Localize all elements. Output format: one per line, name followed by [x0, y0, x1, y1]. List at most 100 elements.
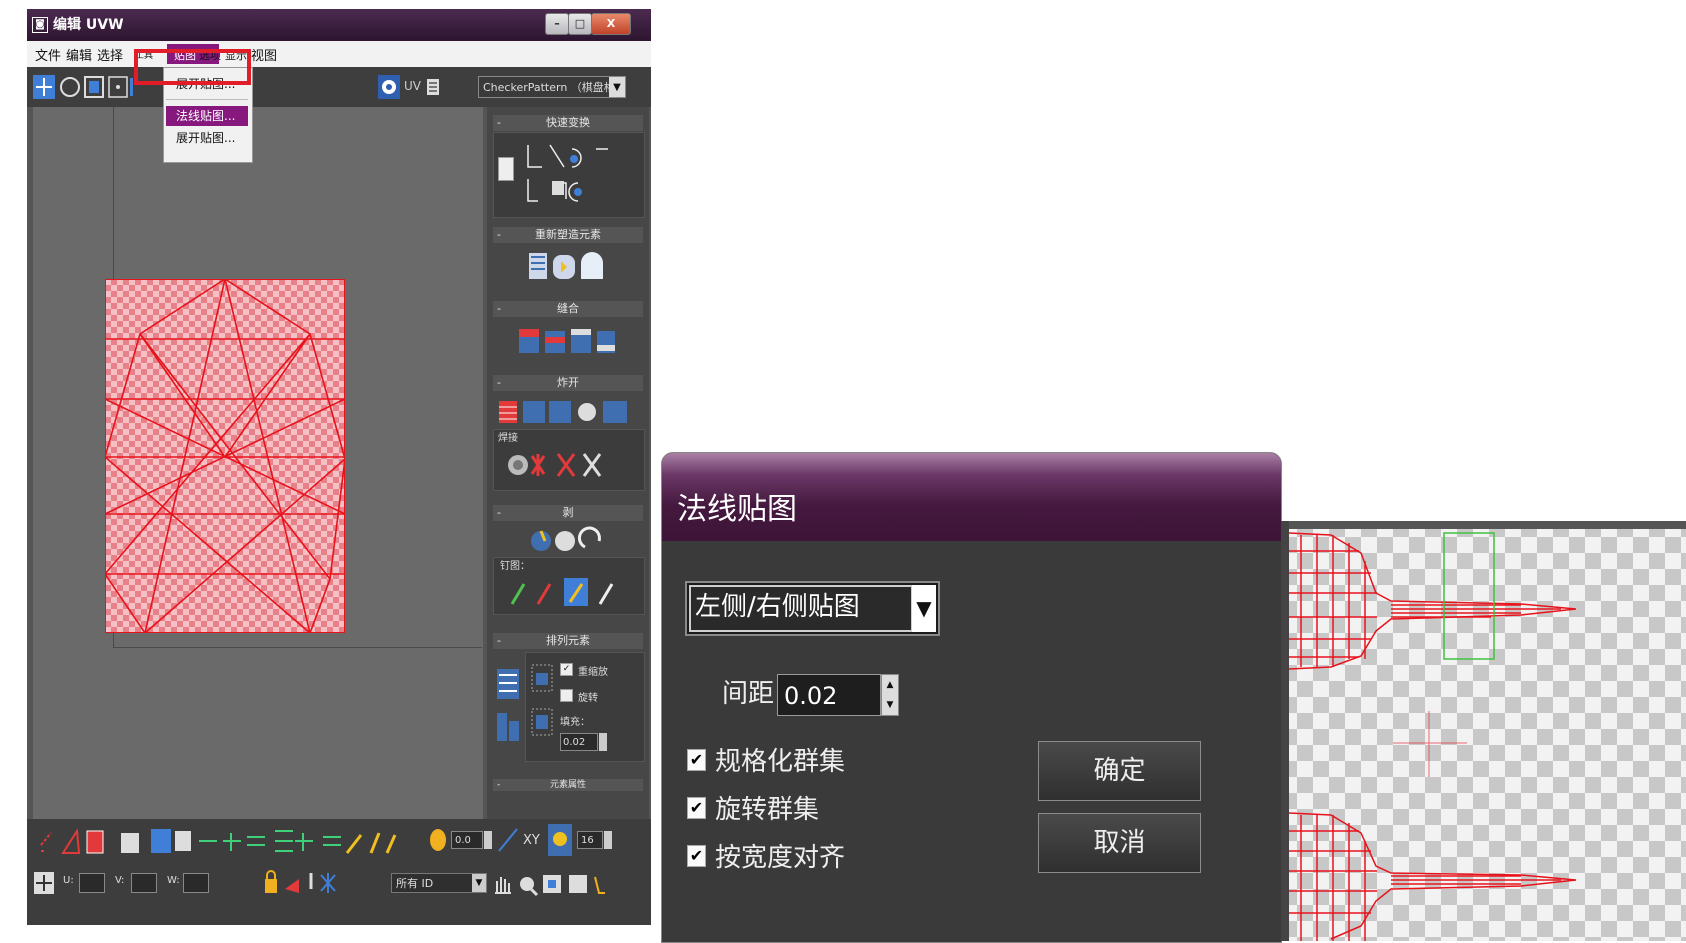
- quick-transform-tools: [493, 132, 645, 218]
- arrange-icons[interactable]: [495, 667, 523, 747]
- title-bar[interactable]: ◙ 编辑 UVW – □ X: [27, 9, 651, 41]
- menu-divider: [166, 99, 248, 100]
- texture-list-icon[interactable]: [426, 74, 440, 100]
- section-reshape[interactable]: - 重新塑造元素: [493, 227, 643, 243]
- pin-group: 钉图：: [493, 557, 645, 615]
- section-explode[interactable]: - 炸开: [493, 375, 643, 391]
- section-stitch[interactable]: - 缝合: [493, 301, 643, 317]
- w-input[interactable]: [183, 873, 209, 893]
- pick-texture-icon[interactable]: [377, 74, 401, 100]
- spinner-up-icon[interactable]: ▲: [882, 675, 898, 695]
- rotate-clusters-checkbox[interactable]: ✔: [687, 797, 706, 819]
- selection-tools-icons[interactable]: [37, 825, 407, 859]
- weld-group: 焊接: [493, 429, 645, 491]
- ok-button[interactable]: 确定: [1038, 741, 1201, 801]
- fill-spinner[interactable]: [599, 733, 607, 751]
- mapping-type-select[interactable]: 左侧/右侧贴图 ▼: [685, 581, 940, 636]
- close-button[interactable]: X: [591, 13, 631, 35]
- section-quick-transform[interactable]: - 快速变换: [493, 115, 643, 131]
- uv-islands[interactable]: [1281, 521, 1686, 941]
- fill-input[interactable]: 0.02: [560, 733, 598, 751]
- rotate-label: 旋转: [578, 693, 598, 704]
- weld-icons[interactable]: [506, 448, 606, 482]
- align-tools-icon[interactable]: [522, 139, 610, 209]
- rotate-clusters-label: 旋转群集: [715, 795, 820, 825]
- section-peel[interactable]: -剥: [493, 505, 643, 521]
- menu-bar: 文件 编辑 选择 工具 贴图 选项 显示 视图: [27, 41, 651, 67]
- align-by-width-checkbox[interactable]: ✔: [687, 845, 706, 867]
- v-input[interactable]: [131, 873, 157, 893]
- arrange-options: ✓ 重缩放 旋转 填充： 0.02: [525, 652, 645, 762]
- fill-label: 填充：: [560, 717, 590, 728]
- selection-box: [1443, 532, 1495, 660]
- stitch-icons[interactable]: [517, 323, 617, 359]
- spacing-label: 间距:: [722, 679, 783, 709]
- chevron-down-icon: ▼: [609, 77, 625, 97]
- v-label: V:: [115, 875, 125, 886]
- spinner-down-icon[interactable]: ▼: [882, 695, 898, 715]
- line-tool-icon[interactable]: [497, 827, 519, 853]
- main-toolbar: UV CheckerPattern （棋盘格 ▼: [27, 67, 651, 107]
- menu-item-flatten-mapping[interactable]: 展开贴图...: [166, 128, 248, 148]
- maximize-button[interactable]: □: [568, 13, 592, 35]
- app-icon: ◙: [32, 17, 48, 33]
- dialog-title-bar[interactable]: 法线贴图: [662, 453, 1281, 541]
- rescale-checkbox[interactable]: ✓: [560, 663, 573, 676]
- menu-item-normal-mapping[interactable]: 法线贴图...: [166, 106, 248, 126]
- dialog-title: 法线贴图: [677, 492, 797, 527]
- u-label: U:: [63, 875, 74, 886]
- dialog-body: 左侧/右侧贴图 ▼ 间距: 0.02 ▲ ▼ ✔ 规格化群集 ✔ 旋转群集 ✔ …: [662, 541, 1281, 942]
- highlight-annotation-box: [134, 49, 251, 85]
- value-a-spinner[interactable]: [484, 831, 492, 849]
- absolute-mode-icon[interactable]: [33, 871, 55, 895]
- rotate-tool-icon[interactable]: [58, 74, 82, 100]
- scale-tool-icon[interactable]: [82, 74, 106, 100]
- lock-tools-icons[interactable]: [263, 869, 387, 897]
- spacing-input[interactable]: 0.02: [777, 674, 881, 716]
- view-tools-icons[interactable]: [491, 869, 641, 899]
- texture-select[interactable]: CheckerPattern （棋盘格 ▼: [478, 76, 626, 98]
- bottom-toolbar: 0.0 XY 16 U: V: W: 所有 ID ▼: [27, 819, 651, 925]
- w-label: W:: [167, 875, 180, 886]
- normal-mapping-dialog: 法线贴图 左侧/右侧贴图 ▼ 间距: 0.02 ▲ ▼ ✔ 规格化群集 ✔ 旋转…: [661, 452, 1282, 943]
- xy-label[interactable]: XY: [523, 833, 540, 848]
- explode-icons[interactable]: [497, 397, 637, 427]
- weld-label: 焊接: [498, 433, 518, 444]
- section-element-properties[interactable]: - 元素属性: [493, 779, 643, 791]
- brightness-icon[interactable]: [430, 829, 446, 851]
- align-by-width-label: 按宽度对齐: [715, 843, 846, 873]
- uv-mesh[interactable]: [105, 279, 345, 633]
- rescale-label: 重缩放: [578, 667, 608, 678]
- material-id-value: 所有 ID: [396, 877, 434, 890]
- material-id-select[interactable]: 所有 ID ▼: [391, 873, 487, 893]
- cancel-button[interactable]: 取消: [1038, 813, 1201, 873]
- rotate-checkbox[interactable]: [560, 689, 573, 702]
- menu-file[interactable]: 文件: [35, 45, 61, 64]
- mapping-type-value: 左侧/右侧贴图: [689, 585, 913, 632]
- arrange-mode-icons[interactable]: [530, 663, 554, 743]
- uv-viewport[interactable]: [33, 107, 483, 819]
- uv-preview-viewport[interactable]: [1281, 521, 1686, 941]
- pivot-icon[interactable]: [498, 157, 514, 181]
- value-b-input[interactable]: 16: [577, 831, 603, 849]
- uvw-editor-window: ◙ 编辑 UVW – □ X 文件 编辑 选择 工具 贴图 选项 显示 视图 U…: [27, 9, 651, 925]
- u-input[interactable]: [79, 873, 105, 893]
- chevron-down-icon: ▼: [912, 585, 936, 632]
- value-b-spinner[interactable]: [604, 831, 612, 849]
- section-arrange[interactable]: - 排列元素: [493, 633, 643, 649]
- value-a-input[interactable]: 0.0: [451, 831, 483, 849]
- menu-edit[interactable]: 编辑: [66, 45, 92, 64]
- normalize-clusters-checkbox[interactable]: ✔: [687, 749, 706, 771]
- move-tool-icon[interactable]: [32, 74, 56, 100]
- reshape-icons[interactable]: [527, 249, 607, 283]
- chevron-down-icon: ▼: [472, 874, 486, 892]
- minimize-button[interactable]: –: [545, 13, 569, 35]
- menu-view[interactable]: 视图: [251, 45, 277, 64]
- snap-icon[interactable]: [547, 823, 573, 857]
- peel-icons[interactable]: [527, 525, 607, 555]
- pin-icons[interactable]: [508, 576, 624, 608]
- window-title: 编辑 UVW: [53, 17, 124, 33]
- texture-select-value: CheckerPattern （棋盘格: [483, 81, 615, 94]
- menu-select[interactable]: 选择: [97, 45, 123, 64]
- spacing-spinner[interactable]: ▲ ▼: [881, 674, 899, 716]
